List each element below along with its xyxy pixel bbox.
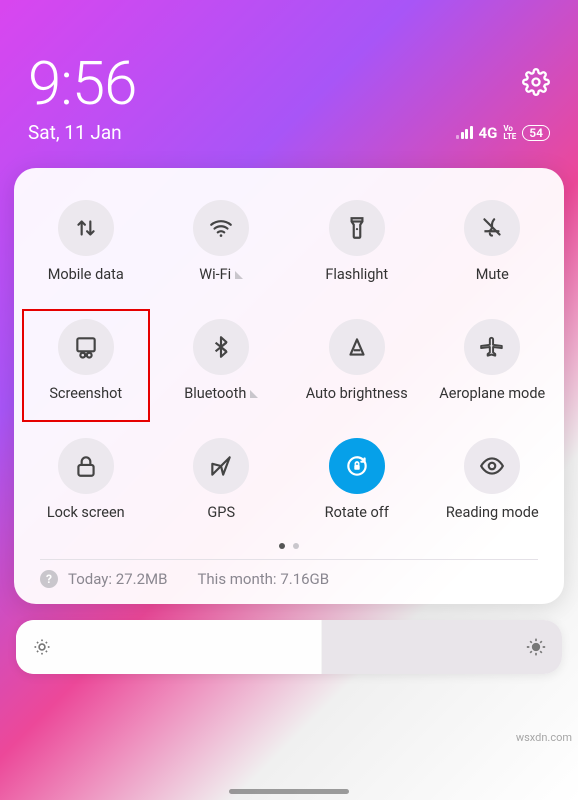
toggle-rotate-off[interactable]: Rotate off <box>289 426 425 543</box>
divider <box>40 559 538 560</box>
status-clock: 9:56 <box>28 48 136 119</box>
network-type: 4G <box>479 124 498 142</box>
toggle-flashlight[interactable]: Flashlight <box>289 188 425 305</box>
toggle-reading-mode[interactable]: Reading mode <box>425 426 561 543</box>
toggle-label: Reading mode <box>446 504 539 521</box>
wifi-icon[interactable] <box>193 200 249 256</box>
toggle-label: Mute <box>476 266 509 283</box>
toggle-label: Rotate off <box>325 504 389 521</box>
toggle-label: Aeroplane mode <box>439 385 545 402</box>
toggle-label: Flashlight <box>325 266 388 283</box>
brightness-low-icon <box>32 637 52 657</box>
data-usage-row[interactable]: ? Today: 27.2MB This month: 7.16GB <box>18 570 560 592</box>
flashlight-icon[interactable] <box>329 200 385 256</box>
screenshot-icon[interactable] <box>58 319 114 375</box>
toggle-wifi[interactable]: Wi-Fi <box>154 188 290 305</box>
usage-today: Today: 27.2MB <box>68 570 167 588</box>
usage-month: This month: 7.16GB <box>197 570 329 588</box>
expand-indicator-icon <box>250 390 258 398</box>
nav-handle[interactable] <box>229 789 349 794</box>
mute-icon[interactable] <box>464 200 520 256</box>
toggle-lock-screen[interactable]: Lock screen <box>18 426 154 543</box>
toggle-label: Screenshot <box>49 385 122 402</box>
toggle-label: Mobile data <box>48 266 124 283</box>
toggle-label: Lock screen <box>47 504 125 521</box>
toggle-auto-brightness[interactable]: Auto brightness <box>289 307 425 424</box>
toggle-bluetooth[interactable]: Bluetooth <box>154 307 290 424</box>
mobile-data-icon[interactable] <box>58 200 114 256</box>
toggle-aeroplane-mode[interactable]: Aeroplane mode <box>425 307 561 424</box>
expand-indicator-icon <box>235 271 243 279</box>
volte-icon: VoLTE <box>503 125 516 141</box>
lock-icon[interactable] <box>58 438 114 494</box>
eye-icon[interactable] <box>464 438 520 494</box>
settings-icon[interactable] <box>522 68 550 100</box>
status-date: Sat, 11 Jan <box>28 121 122 144</box>
auto-brightness-icon[interactable] <box>329 319 385 375</box>
watermark: wsxdn.com <box>516 731 572 744</box>
brightness-slider[interactable] <box>16 620 562 674</box>
bluetooth-icon[interactable] <box>193 319 249 375</box>
gps-icon[interactable] <box>193 438 249 494</box>
toggle-label: Bluetooth <box>184 385 258 402</box>
status-tray: 4G VoLTE 54 <box>456 124 550 142</box>
airplane-icon[interactable] <box>464 319 520 375</box>
signal-icon <box>456 126 473 139</box>
toggle-mute[interactable]: Mute <box>425 188 561 305</box>
toggle-label: GPS <box>207 504 235 521</box>
toggle-screenshot[interactable]: Screenshot <box>18 307 154 424</box>
toggle-mobile-data[interactable]: Mobile data <box>18 188 154 305</box>
battery-indicator: 54 <box>522 125 550 141</box>
toggle-label: Wi-Fi <box>199 266 243 283</box>
page-indicator <box>18 543 560 549</box>
quick-settings-panel: Mobile data Wi-Fi Flashlight Mute Screenshot… <box>14 168 564 604</box>
rotate-lock-icon[interactable] <box>329 438 385 494</box>
toggle-gps[interactable]: GPS <box>154 426 290 543</box>
info-icon: ? <box>40 570 58 588</box>
toggle-label: Auto brightness <box>306 385 408 402</box>
brightness-high-icon <box>526 637 546 657</box>
